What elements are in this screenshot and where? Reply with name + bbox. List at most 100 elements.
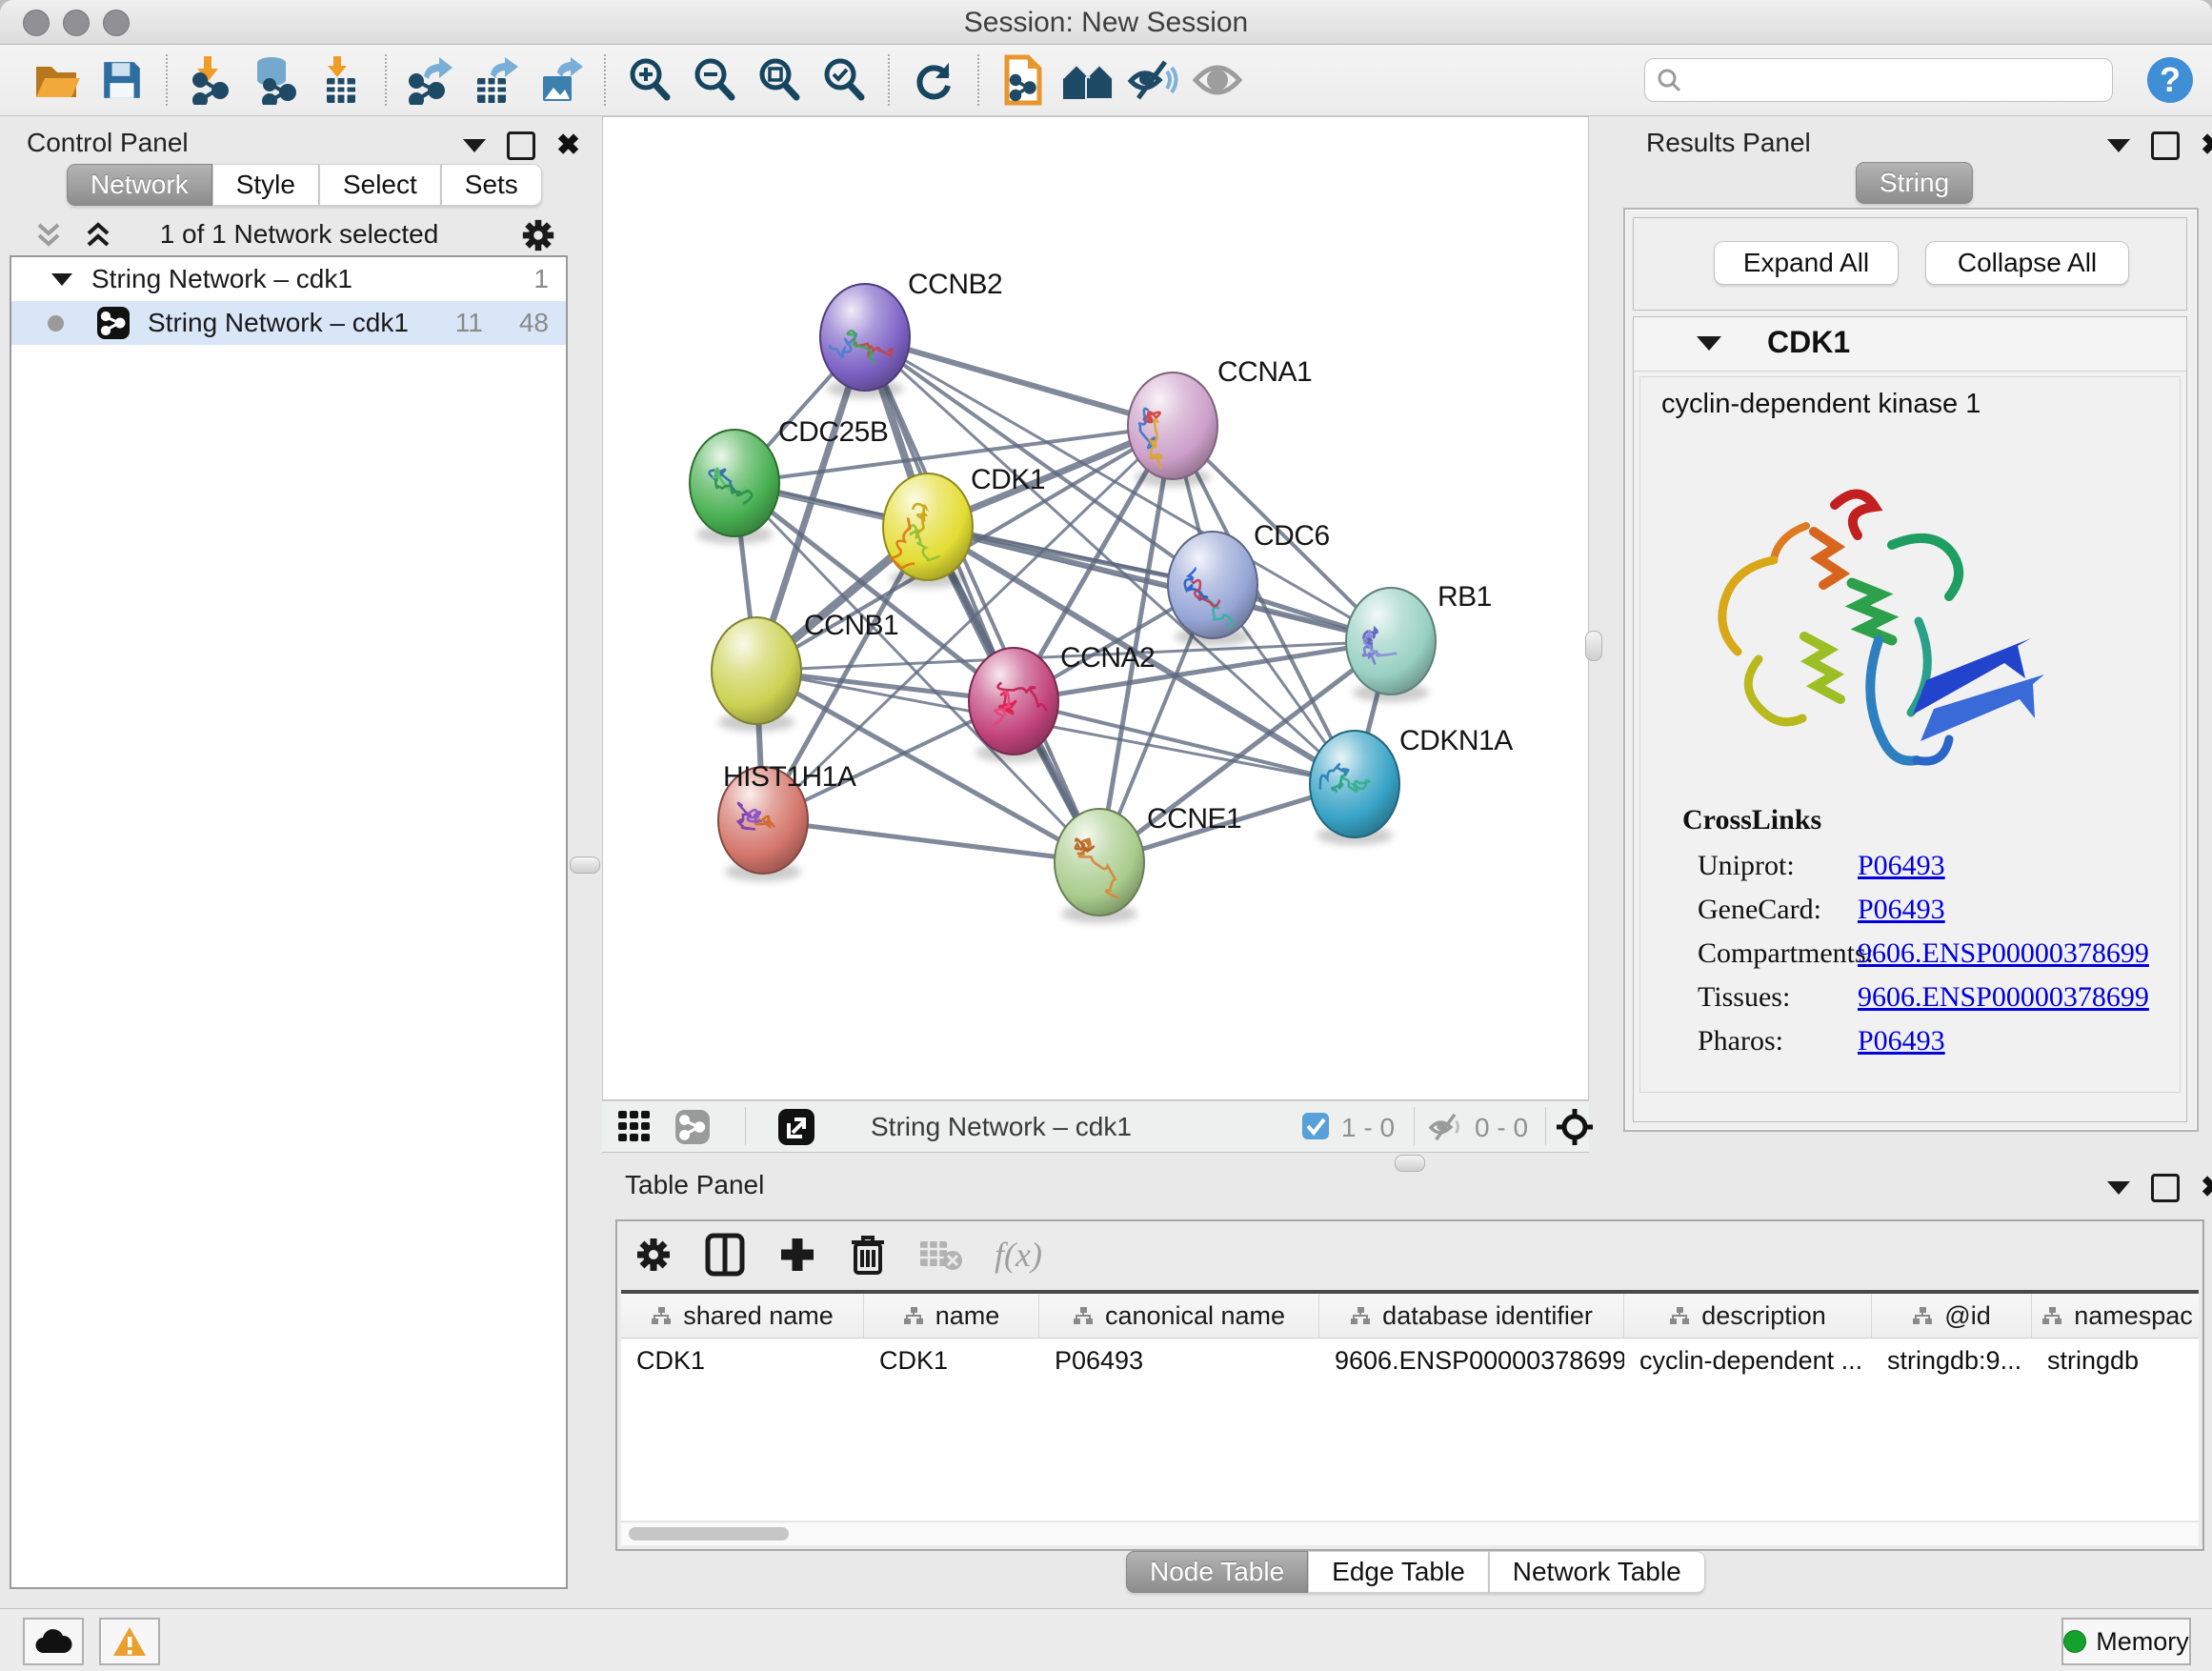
crosslink-link[interactable]: 9606.ENSP00000378699 [1858, 981, 2149, 1014]
share-view-icon[interactable] [674, 1109, 711, 1145]
refresh-button[interactable] [901, 50, 966, 110]
table-row[interactable]: CDK1CDK1P064939606.ENSP00000378699cyclin… [621, 1339, 2199, 1382]
zoom-selected-button[interactable] [812, 50, 876, 110]
table-cell[interactable]: stringdb [2032, 1339, 2199, 1382]
maximize-panel-icon[interactable] [507, 131, 535, 160]
gear-icon[interactable] [520, 217, 556, 253]
splitter-handle-left[interactable] [570, 856, 600, 874]
network-graph[interactable]: CCNB2CCNA1CDC25BCDK1CDC6RB1CCNB1CCNA2CDK… [603, 117, 1588, 1099]
close-panel-icon[interactable]: ✖ [2201, 134, 2212, 157]
collapse-all-button[interactable]: Collapse All [1925, 241, 2129, 285]
node-label: CDC6 [1254, 520, 1330, 552]
function-builder-button[interactable]: f(x) [995, 1235, 1042, 1275]
export-view-icon[interactable] [777, 1108, 815, 1146]
share-document-button[interactable] [991, 50, 1056, 110]
selected-checkbox-icon[interactable] [1301, 1112, 1330, 1140]
scrollbar-thumb[interactable] [629, 1527, 789, 1540]
memory-button[interactable]: Memory [2061, 1618, 2191, 1665]
tab-string[interactable]: String [1856, 162, 1973, 204]
splitter-handle-right[interactable] [1585, 631, 1602, 661]
export-network-button[interactable] [398, 50, 463, 110]
float-panel-icon[interactable] [2107, 139, 2130, 152]
table-cell[interactable]: P06493 [1039, 1339, 1319, 1382]
table-horizontal-scrollbar[interactable] [621, 1521, 2199, 1545]
column-header-namespac[interactable]: namespac [2032, 1294, 2199, 1338]
crosslink-link[interactable]: P06493 [1858, 1025, 1945, 1057]
hidden-eye-icon[interactable] [1427, 1112, 1465, 1142]
search-input[interactable] [1681, 65, 2101, 96]
zoom-in-button[interactable] [617, 50, 682, 110]
network-edge[interactable] [865, 337, 1099, 862]
split-panel-icon[interactable] [705, 1233, 745, 1277]
import-network-file-button[interactable] [179, 50, 244, 110]
save-session-button[interactable] [90, 50, 154, 110]
column-header-description[interactable]: description [1624, 1294, 1872, 1338]
delete-column-icon[interactable] [850, 1233, 886, 1277]
network-selection-status: 1 of 1 Network selected [0, 219, 598, 250]
birdseye-icon[interactable] [1555, 1107, 1595, 1147]
hide-selected-button[interactable] [1120, 50, 1185, 110]
zoom-out-button[interactable] [682, 50, 747, 110]
search-box[interactable] [1644, 58, 2113, 102]
crosslink-link[interactable]: 9606.ENSP00000378699 [1858, 937, 2149, 970]
network-edge[interactable] [763, 820, 1099, 862]
column-header-@id[interactable]: @id [1872, 1294, 2032, 1338]
table-cell[interactable]: 9606.ENSP00000378699 [1319, 1339, 1624, 1382]
close-panel-icon[interactable]: ✖ [556, 134, 580, 157]
network-row-selected[interactable]: String Network – cdk1 11 48 [11, 301, 566, 345]
network-view-title: String Network – cdk1 [871, 1112, 1132, 1142]
network-node-cdc25b[interactable] [690, 430, 779, 544]
expand-all-button[interactable]: Expand All [1714, 241, 1899, 285]
network-node-rb1[interactable] [1346, 588, 1436, 702]
add-column-icon[interactable] [777, 1235, 817, 1275]
home-button[interactable] [1056, 50, 1120, 110]
table-cell[interactable]: CDK1 [864, 1339, 1039, 1382]
float-panel-icon[interactable] [463, 139, 486, 152]
import-table-button[interactable] [309, 50, 373, 110]
tab-sets[interactable]: Sets [441, 164, 542, 206]
network-canvas[interactable]: CCNB2CCNA1CDC25BCDK1CDC6RB1CCNB1CCNA2CDK… [602, 116, 1589, 1100]
export-image-button[interactable] [528, 50, 593, 110]
network-node-cdkn1a[interactable] [1310, 731, 1399, 845]
column-header-canonical-name[interactable]: canonical name [1039, 1294, 1319, 1338]
table-cell[interactable]: cyclin-dependent ... [1624, 1339, 1872, 1382]
cloud-status-button[interactable] [23, 1618, 84, 1665]
column-header-name[interactable]: name [864, 1294, 1039, 1338]
maximize-panel-icon[interactable] [2151, 1174, 2180, 1202]
network-edge[interactable] [865, 337, 1173, 426]
table-cell[interactable]: stringdb:9... [1872, 1339, 2032, 1382]
open-session-button[interactable] [25, 50, 90, 110]
table-tab-network-table[interactable]: Network Table [1489, 1551, 1705, 1593]
gear-icon[interactable] [634, 1236, 673, 1274]
import-network-database-button[interactable] [244, 50, 309, 110]
tab-network[interactable]: Network [67, 164, 212, 206]
help-button[interactable]: ? [2138, 50, 2202, 110]
network-node-ccna1[interactable] [1128, 372, 1217, 487]
warning-status-button[interactable] [99, 1618, 160, 1665]
tree-expand-icon[interactable] [51, 273, 72, 286]
column-header-database-identifier[interactable]: database identifier [1319, 1294, 1624, 1338]
maximize-panel-icon[interactable] [2151, 131, 2180, 160]
node-label: CDK1 [971, 464, 1045, 495]
close-panel-icon[interactable]: ✖ [2201, 1177, 2212, 1199]
delete-table-icon[interactable] [918, 1238, 962, 1272]
collapse-section-icon[interactable] [1697, 336, 1721, 351]
network-collection-row[interactable]: String Network – cdk1 1 [11, 257, 566, 301]
zoom-fit-button[interactable] [747, 50, 812, 110]
table-tab-edge-table[interactable]: Edge Table [1308, 1551, 1489, 1593]
tab-select[interactable]: Select [319, 164, 441, 206]
column-header-shared-name[interactable]: shared name [621, 1294, 864, 1338]
tab-style[interactable]: Style [212, 164, 319, 206]
network-node-ccne1[interactable] [1055, 809, 1144, 923]
export-table-button[interactable] [463, 50, 528, 110]
show-all-button[interactable] [1185, 50, 1250, 110]
table-tab-node-table[interactable]: Node Table [1126, 1551, 1308, 1593]
crosslink-link[interactable]: P06493 [1858, 850, 1945, 882]
table-cell[interactable]: CDK1 [621, 1339, 864, 1382]
network-node-ccnb1[interactable] [712, 617, 801, 732]
grid-view-icon[interactable] [617, 1110, 652, 1144]
network-node-ccnb2[interactable] [820, 284, 910, 398]
crosslink-link[interactable]: P06493 [1858, 894, 1945, 926]
float-panel-icon[interactable] [2107, 1181, 2130, 1195]
gene-section-header[interactable]: CDK1 [1634, 317, 2186, 372]
